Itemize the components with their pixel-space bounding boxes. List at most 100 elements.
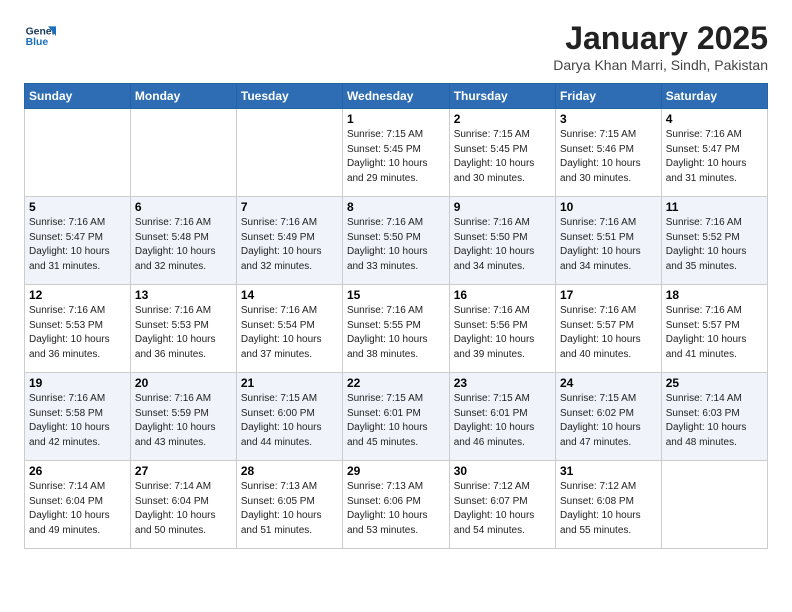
day-cell: 17Sunrise: 7:16 AM Sunset: 5:57 PM Dayli… [556, 285, 662, 373]
day-cell: 25 Sunrise: 7:14 AM Sunset: 6:03 PM Dayli… [661, 373, 767, 461]
day-info: Sunrise: 7:15 AM Sunset: 5:46 PM Dayligh… [560, 128, 657, 186]
day-number: 25 [666, 376, 763, 390]
day-number: 15 [347, 288, 445, 302]
location: Darya Khan Marri, Sindh, Pakistan [553, 57, 768, 73]
header-monday: Monday [130, 84, 236, 109]
day-info: Sunrise: 7:16 AM Sunset: 5:58 PM Dayligh… [29, 392, 126, 450]
day-number: 29 [347, 464, 445, 478]
day-number: 4 [666, 112, 763, 126]
day-info: Sunrise: 7:16 AM Sunset: 5:49 PM Dayligh… [241, 216, 338, 274]
day-info: Sunrise: 7:16 AM Sunset: 5:52 PM Dayligh… [666, 216, 763, 274]
day-info: Sunrise: 7:16 AM Sunset: 5:53 PM Dayligh… [29, 304, 126, 362]
day-cell: 16Sunrise: 7:16 AM Sunset: 5:56 PM Dayli… [449, 285, 555, 373]
day-number: 16 [454, 288, 551, 302]
day-cell: 28 Sunrise: 7:13 AM Sunset: 6:05 PM Dayli… [236, 461, 342, 549]
day-number: 5 [29, 200, 126, 214]
week-row-2: 5 Sunrise: 7:16 AM Sunset: 5:47 PM Daylig… [25, 197, 768, 285]
day-number: 6 [135, 200, 232, 214]
day-cell: 13Sunrise: 7:16 AM Sunset: 5:53 PM Dayli… [130, 285, 236, 373]
day-number: 2 [454, 112, 551, 126]
day-cell: 19 Sunrise: 7:16 AM Sunset: 5:58 PM Dayli… [25, 373, 131, 461]
day-cell: 12 Sunrise: 7:16 AM Sunset: 5:53 PM Dayli… [25, 285, 131, 373]
day-cell: 31Sunrise: 7:12 AM Sunset: 6:08 PM Dayli… [556, 461, 662, 549]
week-row-3: 12 Sunrise: 7:16 AM Sunset: 5:53 PM Dayli… [25, 285, 768, 373]
week-row-5: 26 Sunrise: 7:14 AM Sunset: 6:04 PM Dayli… [25, 461, 768, 549]
header-row: SundayMondayTuesdayWednesdayThursdayFrid… [25, 84, 768, 109]
svg-text:Blue: Blue [26, 37, 49, 48]
day-info: Sunrise: 7:16 AM Sunset: 5:48 PM Dayligh… [135, 216, 232, 274]
day-number: 3 [560, 112, 657, 126]
day-number: 26 [29, 464, 126, 478]
day-cell: 1 Sunrise: 7:15 AM Sunset: 5:45 PM Daylig… [342, 109, 449, 197]
day-info: Sunrise: 7:16 AM Sunset: 5:54 PM Dayligh… [241, 304, 338, 362]
day-number: 30 [454, 464, 551, 478]
day-info: Sunrise: 7:15 AM Sunset: 6:01 PM Dayligh… [454, 392, 551, 450]
day-info: Sunrise: 7:15 AM Sunset: 5:45 PM Dayligh… [347, 128, 445, 186]
day-number: 20 [135, 376, 232, 390]
day-info: Sunrise: 7:13 AM Sunset: 6:06 PM Dayligh… [347, 480, 445, 538]
day-number: 24 [560, 376, 657, 390]
day-cell: 3 Sunrise: 7:15 AM Sunset: 5:46 PM Daylig… [556, 109, 662, 197]
day-number: 21 [241, 376, 338, 390]
title-block: January 2025 Darya Khan Marri, Sindh, Pa… [553, 20, 768, 73]
logo: General Blue [24, 20, 56, 52]
day-info: Sunrise: 7:16 AM Sunset: 5:47 PM Dayligh… [29, 216, 126, 274]
day-cell: 10Sunrise: 7:16 AM Sunset: 5:51 PM Dayli… [556, 197, 662, 285]
day-cell: 4 Sunrise: 7:16 AM Sunset: 5:47 PM Daylig… [661, 109, 767, 197]
month-title: January 2025 [553, 20, 768, 57]
day-info: Sunrise: 7:13 AM Sunset: 6:05 PM Dayligh… [241, 480, 338, 538]
day-number: 18 [666, 288, 763, 302]
day-cell: 14Sunrise: 7:16 AM Sunset: 5:54 PM Dayli… [236, 285, 342, 373]
day-info: Sunrise: 7:16 AM Sunset: 5:55 PM Dayligh… [347, 304, 445, 362]
day-number: 27 [135, 464, 232, 478]
day-cell: 30 Sunrise: 7:12 AM Sunset: 6:07 PM Dayli… [449, 461, 555, 549]
day-info: Sunrise: 7:14 AM Sunset: 6:03 PM Dayligh… [666, 392, 763, 450]
day-cell: 23 Sunrise: 7:15 AM Sunset: 6:01 PM Dayli… [449, 373, 555, 461]
day-cell [130, 109, 236, 197]
header-sunday: Sunday [25, 84, 131, 109]
day-info: Sunrise: 7:16 AM Sunset: 5:50 PM Dayligh… [347, 216, 445, 274]
day-info: Sunrise: 7:12 AM Sunset: 6:08 PM Dayligh… [560, 480, 657, 538]
day-number: 12 [29, 288, 126, 302]
day-cell [236, 109, 342, 197]
day-cell: 11 Sunrise: 7:16 AM Sunset: 5:52 PM Dayli… [661, 197, 767, 285]
day-cell: 20 Sunrise: 7:16 AM Sunset: 5:59 PM Dayli… [130, 373, 236, 461]
day-info: Sunrise: 7:16 AM Sunset: 5:53 PM Dayligh… [135, 304, 232, 362]
day-info: Sunrise: 7:15 AM Sunset: 5:45 PM Dayligh… [454, 128, 551, 186]
day-info: Sunrise: 7:12 AM Sunset: 6:07 PM Dayligh… [454, 480, 551, 538]
day-number: 19 [29, 376, 126, 390]
day-cell: 8Sunrise: 7:16 AM Sunset: 5:50 PM Daylig… [342, 197, 449, 285]
day-cell: 29 Sunrise: 7:13 AM Sunset: 6:06 PM Dayli… [342, 461, 449, 549]
day-info: Sunrise: 7:16 AM Sunset: 5:47 PM Dayligh… [666, 128, 763, 186]
day-info: Sunrise: 7:14 AM Sunset: 6:04 PM Dayligh… [29, 480, 126, 538]
day-cell: 5 Sunrise: 7:16 AM Sunset: 5:47 PM Daylig… [25, 197, 131, 285]
day-cell: 2 Sunrise: 7:15 AM Sunset: 5:45 PM Daylig… [449, 109, 555, 197]
day-cell [661, 461, 767, 549]
day-cell: 7Sunrise: 7:16 AM Sunset: 5:49 PM Daylig… [236, 197, 342, 285]
day-cell: 6 Sunrise: 7:16 AM Sunset: 5:48 PM Daylig… [130, 197, 236, 285]
day-cell: 24 Sunrise: 7:15 AM Sunset: 6:02 PM Dayli… [556, 373, 662, 461]
day-number: 23 [454, 376, 551, 390]
day-number: 28 [241, 464, 338, 478]
header-wednesday: Wednesday [342, 84, 449, 109]
header-tuesday: Tuesday [236, 84, 342, 109]
day-info: Sunrise: 7:15 AM Sunset: 6:02 PM Dayligh… [560, 392, 657, 450]
day-cell: 18Sunrise: 7:16 AM Sunset: 5:57 PM Dayli… [661, 285, 767, 373]
day-cell: 9 Sunrise: 7:16 AM Sunset: 5:50 PM Daylig… [449, 197, 555, 285]
day-info: Sunrise: 7:16 AM Sunset: 5:50 PM Dayligh… [454, 216, 551, 274]
day-number: 1 [347, 112, 445, 126]
day-cell: 26 Sunrise: 7:14 AM Sunset: 6:04 PM Dayli… [25, 461, 131, 549]
header-saturday: Saturday [661, 84, 767, 109]
day-cell: 27Sunrise: 7:14 AM Sunset: 6:04 PM Dayli… [130, 461, 236, 549]
day-number: 11 [666, 200, 763, 214]
day-cell: 15 Sunrise: 7:16 AM Sunset: 5:55 PM Dayli… [342, 285, 449, 373]
day-cell: 21Sunrise: 7:15 AM Sunset: 6:00 PM Dayli… [236, 373, 342, 461]
day-info: Sunrise: 7:16 AM Sunset: 5:59 PM Dayligh… [135, 392, 232, 450]
calendar-table: SundayMondayTuesdayWednesdayThursdayFrid… [24, 83, 768, 549]
day-number: 9 [454, 200, 551, 214]
logo-icon: General Blue [24, 20, 56, 52]
day-cell: 22Sunrise: 7:15 AM Sunset: 6:01 PM Dayli… [342, 373, 449, 461]
day-number: 22 [347, 376, 445, 390]
day-cell [25, 109, 131, 197]
day-number: 10 [560, 200, 657, 214]
